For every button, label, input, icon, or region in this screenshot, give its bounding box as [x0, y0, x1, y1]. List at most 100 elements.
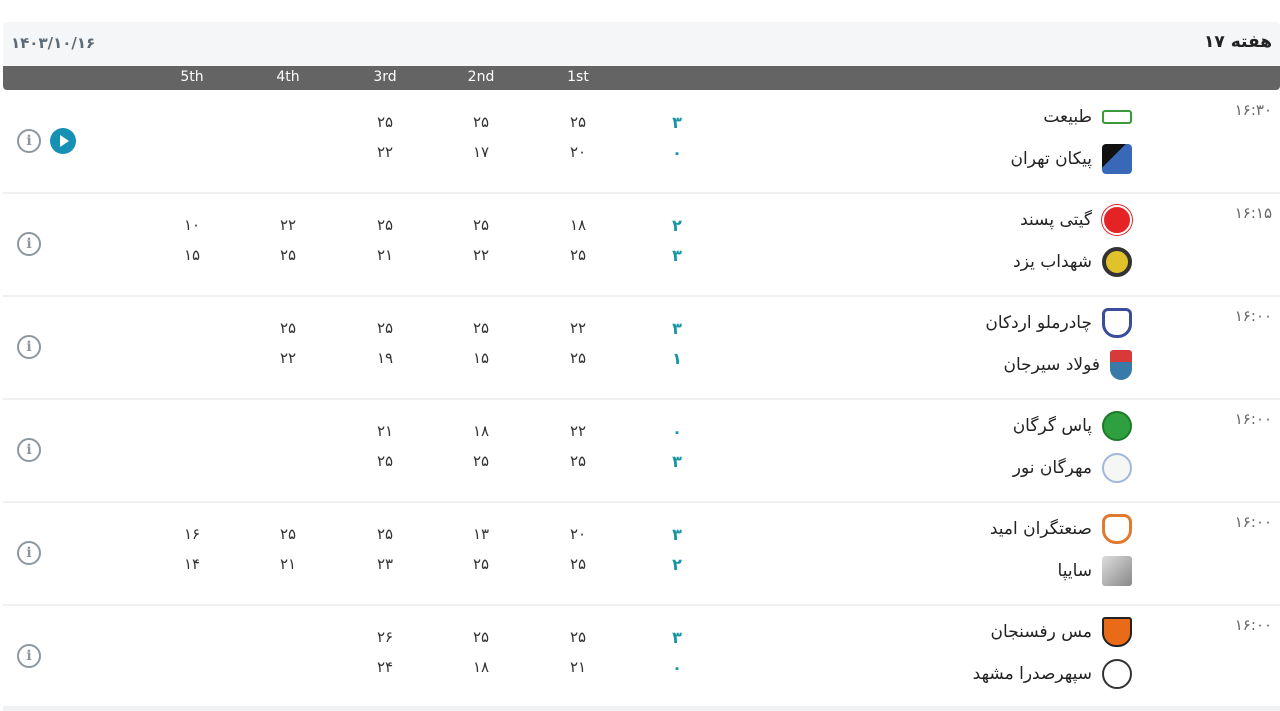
away-set-5-score: ۱۴ — [183, 555, 201, 573]
home-set-4-score: ۲۲ — [279, 216, 297, 234]
info-icon[interactable]: i — [17, 438, 41, 462]
set-label-2nd: 2nd — [467, 69, 495, 85]
set-label-3rd: 3rd — [373, 69, 397, 85]
team-away[interactable]: شهداب یزد — [1013, 244, 1132, 280]
away-set-3-score: ۱۹ — [376, 349, 394, 367]
match-time: ۱۶:۰۰ — [1234, 307, 1272, 325]
paykan-logo-icon — [1102, 144, 1132, 174]
match-time: ۱۶:۳۰ — [1234, 101, 1272, 119]
home-set-3-score: ۲۵ — [376, 319, 394, 337]
play-video-icon[interactable] — [50, 128, 76, 154]
home-set-2-score: ۲۵ — [472, 216, 490, 234]
sanatgaran-logo-icon — [1102, 514, 1132, 544]
away-set-3-score: ۲۵ — [376, 452, 394, 470]
mehregan-logo-icon — [1102, 453, 1132, 483]
away-set-3-score: ۲۱ — [376, 246, 394, 264]
home-set-3-score: ۲۵ — [376, 216, 394, 234]
away-total-score: ۰ — [672, 143, 682, 162]
team-home[interactable]: طبیعت — [1043, 99, 1132, 135]
away-set-1-score: ۲۰ — [569, 143, 587, 161]
home-set-2-score: ۲۵ — [472, 113, 490, 131]
away-set-2-score: ۲۵ — [472, 452, 490, 470]
info-icon[interactable]: i — [17, 129, 41, 153]
match-row[interactable]: ۱۶:۱۵ گیتی پسند ۲ ۱۸ ۲۵ ۲۵ ۲۲ ۱۰ شهداب یزد ۳ ۲… — [3, 194, 1280, 297]
away-set-4-score: ۲۲ — [279, 349, 297, 367]
match-row[interactable]: ۱۶:۰۰ چادرملو اردکان ۳ ۲۲ ۲۵ ۲۵ ۲۵ فولاد سیر… — [3, 297, 1280, 400]
home-set-2-score: ۱۸ — [472, 422, 490, 440]
home-set-4-score: ۲۵ — [279, 525, 297, 543]
home-total-score: ۳ — [672, 113, 682, 132]
info-icon[interactable]: i — [17, 541, 41, 565]
info-icon[interactable]: i — [17, 232, 41, 256]
chadormalu-logo-icon — [1102, 308, 1132, 338]
team-away[interactable]: سایپا — [1058, 553, 1132, 589]
home-set-5-score: ۱۰ — [183, 216, 201, 234]
match-row[interactable]: ۱۶:۰۰ پاس گرگان ۰ ۲۲ ۱۸ ۲۱ مهرگان نور ۳ ۲۵ ۲۵… — [3, 400, 1280, 503]
home-set-1-score: ۲۲ — [569, 319, 587, 337]
away-total-score: ۳ — [672, 246, 682, 265]
home-set-2-score: ۱۳ — [472, 525, 490, 543]
team-name: چادرملو اردکان — [985, 313, 1092, 333]
away-set-1-score: ۲۵ — [569, 349, 587, 367]
team-away[interactable]: سپهرصدرا مشهد — [973, 656, 1132, 692]
match-time: ۱۶:۱۵ — [1234, 204, 1272, 222]
match-time: ۱۶:۰۰ — [1234, 513, 1272, 531]
match-row[interactable]: ۱۶:۰۰ مس رفسنجان ۳ ۲۵ ۲۵ ۲۶ سپهرصدرا مشهد ۰… — [3, 606, 1280, 709]
team-name: پیکان تهران — [1010, 149, 1092, 169]
team-name: صنعتگران امید — [989, 519, 1092, 539]
team-away[interactable]: پیکان تهران — [1011, 141, 1132, 177]
away-set-5-score: ۱۵ — [183, 246, 201, 264]
away-set-3-score: ۲۲ — [376, 143, 394, 161]
home-set-5-score: ۱۶ — [183, 525, 201, 543]
away-set-2-score: ۲۵ — [472, 555, 490, 573]
info-icon[interactable]: i — [17, 644, 41, 668]
match-row[interactable]: ۱۶:۳۰ طبیعت ۳ ۲۵ ۲۵ ۲۵ پیکان تهران ۰ ۲۰ ۱۷ ۲۲ i — [3, 91, 1280, 194]
team-home[interactable]: گیتی پسند — [1020, 202, 1132, 238]
set-label-4th: 4th — [276, 69, 300, 85]
home-set-1-score: ۲۵ — [569, 113, 587, 131]
home-set-3-score: ۲۵ — [376, 525, 394, 543]
team-home[interactable]: مس رفسنجان — [991, 614, 1132, 650]
home-total-score: ۳ — [672, 628, 682, 647]
match-time: ۱۶:۰۰ — [1234, 616, 1272, 634]
team-name: گیتی پسند — [1020, 210, 1092, 230]
info-icon[interactable]: i — [17, 335, 41, 359]
team-name: شهداب یزد — [1013, 252, 1092, 272]
away-set-1-score: ۲۵ — [569, 452, 587, 470]
team-name: سایپا — [1057, 561, 1092, 581]
away-total-score: ۲ — [672, 555, 682, 574]
away-set-2-score: ۱۷ — [472, 143, 490, 161]
team-home[interactable]: پاس گرگان — [1013, 408, 1132, 444]
home-total-score: ۲ — [672, 216, 682, 235]
team-away[interactable]: مهرگان نور — [1013, 450, 1132, 486]
giti-pasand-logo-icon — [1102, 205, 1132, 235]
team-name: پاس گرگان — [1012, 416, 1092, 436]
away-set-2-score: ۱۸ — [472, 658, 490, 676]
week-header: هفته ۱۷ ۱۴۰۳/۱۰/۱۶ — [3, 22, 1280, 66]
away-set-2-score: ۱۵ — [472, 349, 490, 367]
away-set-4-score: ۲۵ — [279, 246, 297, 264]
team-home[interactable]: چادرملو اردکان — [985, 305, 1132, 341]
match-row[interactable]: ۱۶:۰۰ صنعتگران امید ۳ ۲۰ ۱۳ ۲۵ ۲۵ ۱۶ سایپا ۲ ۲… — [3, 503, 1280, 606]
home-set-1-score: ۲۲ — [569, 422, 587, 440]
paas-logo-icon — [1102, 411, 1132, 441]
team-name: مهرگان نور — [1012, 458, 1092, 478]
set-label-5th: 5th — [180, 69, 204, 85]
home-set-3-score: ۲۱ — [376, 422, 394, 440]
away-total-score: ۳ — [672, 452, 682, 471]
foolad-logo-icon — [1110, 350, 1132, 380]
away-total-score: ۰ — [672, 658, 682, 677]
away-set-1-score: ۲۵ — [569, 246, 587, 264]
home-set-4-score: ۲۵ — [279, 319, 297, 337]
home-set-3-score: ۲۵ — [376, 113, 394, 131]
home-total-score: ۰ — [672, 422, 682, 441]
home-total-score: ۳ — [672, 525, 682, 544]
away-set-4-score: ۲۱ — [279, 555, 297, 573]
week-title: هفته ۱۷ — [1204, 32, 1272, 52]
match-time: ۱۶:۰۰ — [1234, 410, 1272, 428]
team-away[interactable]: فولاد سیرجان — [1003, 347, 1132, 383]
away-set-1-score: ۲۵ — [569, 555, 587, 573]
saipa-logo-icon — [1102, 556, 1132, 586]
home-set-2-score: ۲۵ — [472, 319, 490, 337]
team-home[interactable]: صنعتگران امید — [990, 511, 1132, 547]
